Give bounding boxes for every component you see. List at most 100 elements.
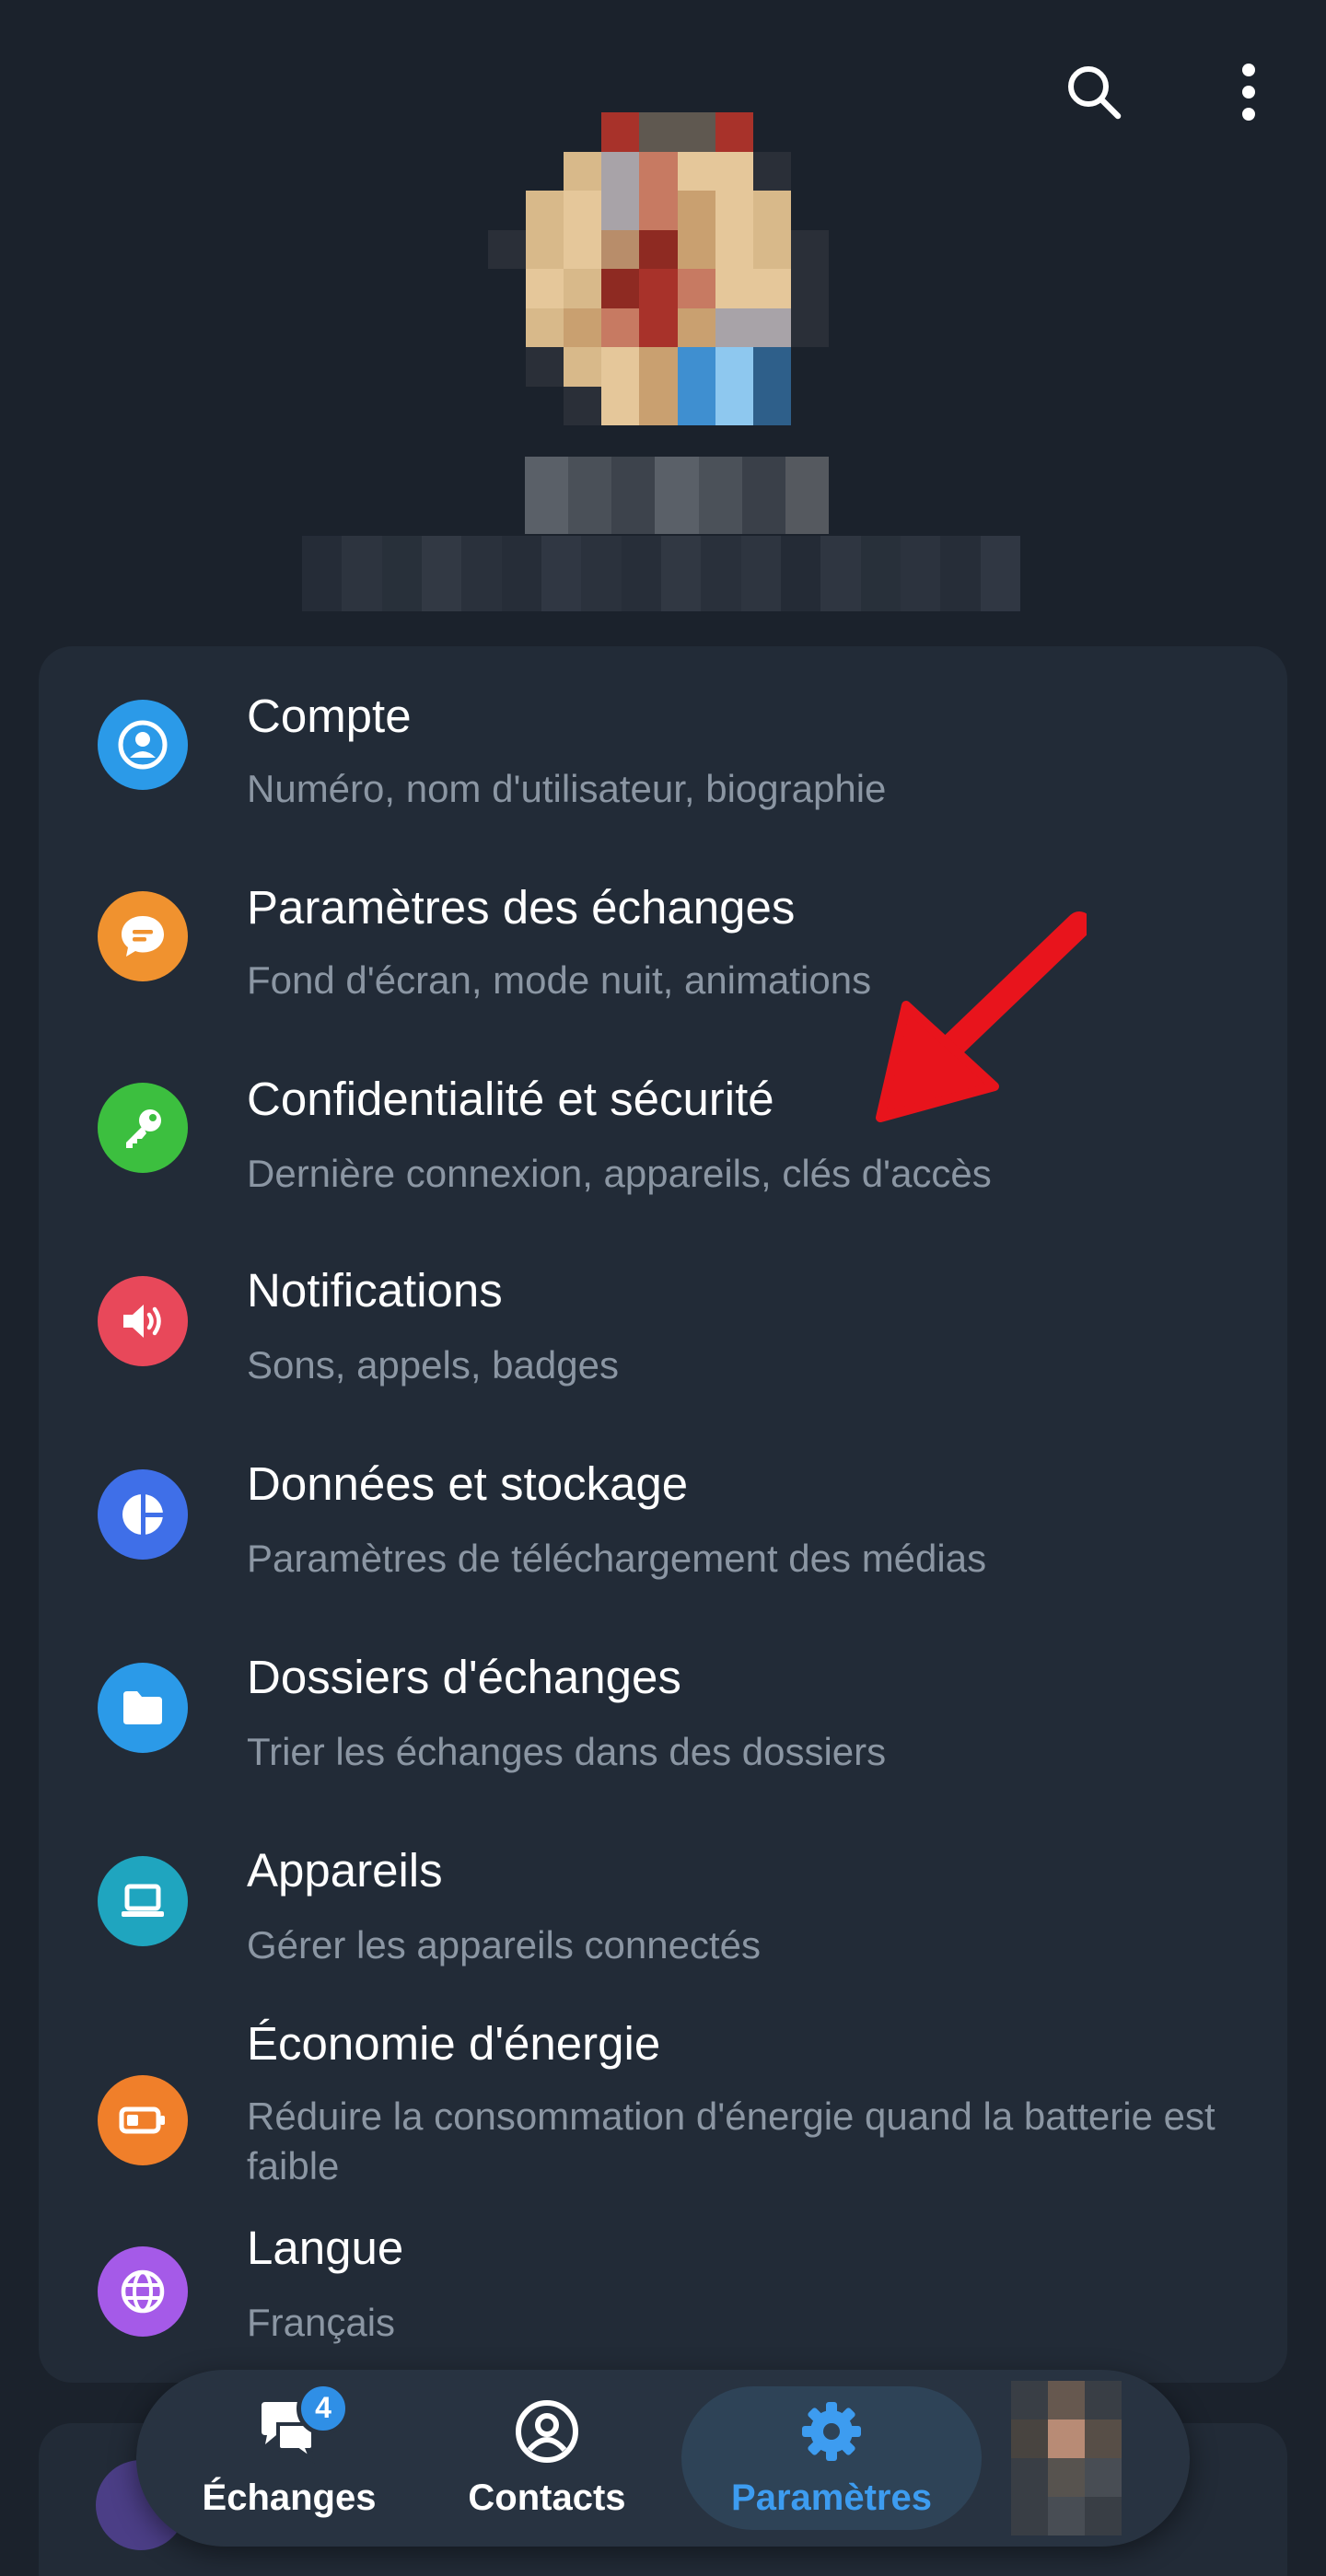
avatar-pixel — [752, 269, 791, 308]
avatar-pixel — [790, 229, 829, 269]
laptop-icon — [98, 1856, 188, 1946]
chat-bubble-icon — [98, 891, 188, 981]
avatar-pixel — [564, 229, 602, 269]
avatar-pixel — [488, 269, 527, 308]
avatar-pixel — [564, 386, 602, 425]
avatar-pixel — [677, 151, 715, 191]
thumbnail-pixel — [1011, 2419, 1048, 2458]
avatar-pixel — [601, 347, 640, 387]
settings-item-chat-settings[interactable]: Paramètres des échanges Fond d'écran, mo… — [39, 847, 1287, 1027]
avatar-pixel — [752, 191, 791, 230]
avatar-pixel — [639, 269, 678, 308]
avatar-pixel — [752, 307, 791, 347]
avatar-pixel — [752, 112, 791, 152]
tab-contacts[interactable]: Contacts — [446, 2370, 648, 2547]
avatar[interactable] — [488, 112, 829, 425]
tab-contacts-label: Contacts — [468, 2477, 626, 2518]
redacted-pixel — [701, 536, 741, 611]
settings-item-title: Appareils — [247, 1844, 443, 1897]
avatar-pixel — [601, 269, 640, 308]
redacted-pixel — [860, 536, 901, 611]
avatar-pixel — [526, 191, 564, 230]
settings-item-chat-folders[interactable]: Dossiers d'échanges Trier les échanges d… — [39, 1620, 1287, 1801]
settings-item-title: Notifications — [247, 1264, 503, 1317]
avatar-pixel — [790, 112, 829, 152]
tab-chats[interactable]: 4 Échanges — [188, 2370, 390, 2547]
settings-item-title: Économie d'énergie — [247, 2017, 661, 2070]
redacted-pixel — [381, 536, 422, 611]
avatar-pixel — [715, 347, 753, 387]
globe-icon — [98, 2246, 188, 2337]
settings-card: Compte Numéro, nom d'utilisateur, biogra… — [39, 646, 1287, 2383]
redacted-pixel — [820, 536, 861, 611]
search-icon — [1068, 66, 1122, 120]
avatar-pixel — [752, 229, 791, 269]
search-button[interactable] — [1050, 48, 1138, 136]
unread-badge: 4 — [297, 2381, 350, 2435]
thumbnail-pixel — [1011, 2381, 1048, 2419]
avatar-pixel — [488, 191, 527, 230]
redacted-pixel — [980, 536, 1020, 611]
avatar-pixel — [790, 347, 829, 387]
thumbnail-pixel — [1085, 2419, 1122, 2458]
avatar-pixel — [601, 191, 640, 230]
settings-item-subtitle: Français — [247, 2301, 396, 2344]
avatar-pixel — [564, 269, 602, 308]
avatar-pixel — [790, 307, 829, 347]
avatar-pixel — [715, 191, 753, 230]
redacted-pixel — [900, 536, 941, 611]
settings-item-subtitle: Réduire la consommation d'énergie quand … — [247, 2094, 1216, 2187]
avatar-pixel — [564, 191, 602, 230]
avatar-pixel — [564, 151, 602, 191]
avatar-pixel — [677, 347, 715, 387]
redacted-pixel — [501, 536, 541, 611]
avatar-pixel — [601, 112, 640, 152]
profile-thumbnail[interactable] — [1011, 2381, 1122, 2535]
settings-item-privacy[interactable]: Confidentialité et sécurité Dernière con… — [39, 1040, 1287, 1221]
thumbnail-pixel — [1048, 2381, 1085, 2419]
tab-settings[interactable]: Paramètres — [681, 2370, 982, 2547]
avatar-pixel — [677, 229, 715, 269]
avatar-pixel — [677, 386, 715, 425]
avatar-pixel — [564, 347, 602, 387]
redacted-pixel — [698, 457, 742, 534]
settings-item-title: Langue — [247, 2222, 404, 2274]
more-options-button[interactable] — [1204, 48, 1293, 136]
redacted-pixel — [660, 536, 702, 611]
redacted-pixel — [780, 536, 821, 611]
avatar-pixel — [564, 112, 602, 152]
avatar-pixel — [677, 112, 715, 152]
avatar-pixel — [488, 347, 527, 387]
avatar-pixel — [526, 269, 564, 308]
avatar-pixel — [752, 386, 791, 425]
speaker-icon — [98, 1276, 188, 1366]
avatar-pixel — [488, 386, 527, 425]
redacted-pixel — [655, 457, 699, 534]
settings-item-notifications[interactable]: Notifications Sons, appels, badges — [39, 1234, 1287, 1414]
settings-item-title: Paramètres des échanges — [247, 881, 796, 934]
avatar-pixel — [639, 151, 678, 191]
avatar-pixel — [752, 151, 791, 191]
thumbnail-pixel — [1011, 2497, 1048, 2535]
thumbnail-pixel — [1048, 2458, 1085, 2497]
avatar-pixel — [639, 307, 678, 347]
settings-item-compte[interactable]: Compte Numéro, nom d'utilisateur, biogra… — [39, 654, 1287, 834]
thumbnail-pixel — [1048, 2419, 1085, 2458]
avatar-pixel — [488, 229, 527, 269]
avatar-pixel — [715, 112, 753, 152]
redacted-pixel — [421, 536, 462, 611]
settings-item-devices[interactable]: Appareils Gérer les appareils connectés — [39, 1814, 1287, 1994]
annotation-arrow — [876, 911, 1087, 1122]
redacted-pixel — [581, 536, 622, 611]
avatar-pixel — [526, 347, 564, 387]
settings-item-language[interactable]: Langue Français — [39, 2222, 1287, 2383]
avatar-pixel — [790, 386, 829, 425]
settings-item-power-saving[interactable]: Économie d'énergie Réduire la consommati… — [39, 2007, 1287, 2228]
avatar-pixel — [526, 151, 564, 191]
redacted-pixel — [611, 457, 656, 534]
tab-settings-label: Paramètres — [731, 2477, 932, 2518]
settings-item-subtitle: Fond d'écran, mode nuit, animations — [247, 958, 872, 1002]
settings-item-data-storage[interactable]: Données et stockage Paramètres de téléch… — [39, 1427, 1287, 1607]
avatar-pixel — [639, 191, 678, 230]
settings-item-subtitle: Dernière connexion, appareils, clés d'ac… — [247, 1152, 992, 1195]
